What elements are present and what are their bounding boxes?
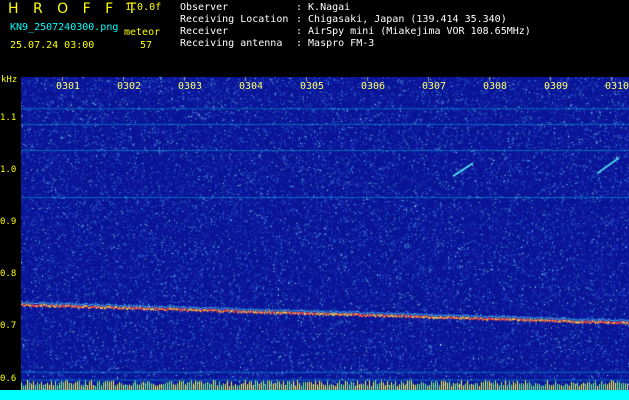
x-tick-0309: 0309: [544, 81, 569, 92]
y-axis-label: kHz: [1, 75, 18, 85]
y-tick-1.0: 1.0: [0, 164, 17, 175]
x-tick-0304: 0304: [239, 81, 264, 92]
observer-label: Observer: [180, 2, 229, 13]
antenna-label: Receiving antenna: [180, 38, 283, 49]
location-value: : Chigasaki, Japan (139.414 35.340): [296, 14, 507, 25]
x-tick-0302: 0302: [117, 81, 142, 92]
bottom-status-bar: [0, 390, 629, 400]
spectrogram-canvas: [21, 77, 629, 390]
antenna-value: : Maspro FM-3: [296, 38, 375, 49]
x-tick-0301: 0301: [56, 81, 81, 92]
datetime-label: 25.07.24 03:00: [10, 40, 95, 51]
meteor-counter-value: 57: [140, 40, 153, 51]
location-label: Receiving Location: [180, 14, 289, 25]
y-tick-1.1: 1.1: [0, 112, 17, 123]
y-tick-0.9: 0.9: [0, 217, 17, 228]
filename-label: KN9_2507240300.png: [10, 22, 119, 33]
version-label: 1.0.0f: [125, 2, 162, 13]
spectrogram-plot: [21, 77, 629, 390]
y-tick-0.6: 0.6: [0, 373, 17, 384]
hrofft-window: H R O F F T 1.0.0f KN9_2507240300.png 25…: [0, 0, 629, 400]
receiver-label: Receiver: [180, 26, 229, 37]
x-tick-0303: 0303: [178, 81, 203, 92]
x-tick-0305: 0305: [300, 81, 325, 92]
observer-value: : K.Nagai: [296, 2, 351, 13]
app-title: H R O F F T: [8, 1, 142, 17]
receiver-value: : AirSpy mini (Miakejima VOR 108.65MHz): [296, 26, 531, 37]
y-tick-0.7: 0.7: [0, 321, 17, 332]
y-tick-0.8: 0.8: [0, 269, 17, 280]
x-tick-0308: 0308: [483, 81, 508, 92]
meteor-counter-label: meteor: [124, 27, 161, 38]
x-tick-0306: 0306: [361, 81, 386, 92]
x-tick-0310: 0310: [605, 81, 629, 92]
x-tick-0307: 0307: [422, 81, 447, 92]
